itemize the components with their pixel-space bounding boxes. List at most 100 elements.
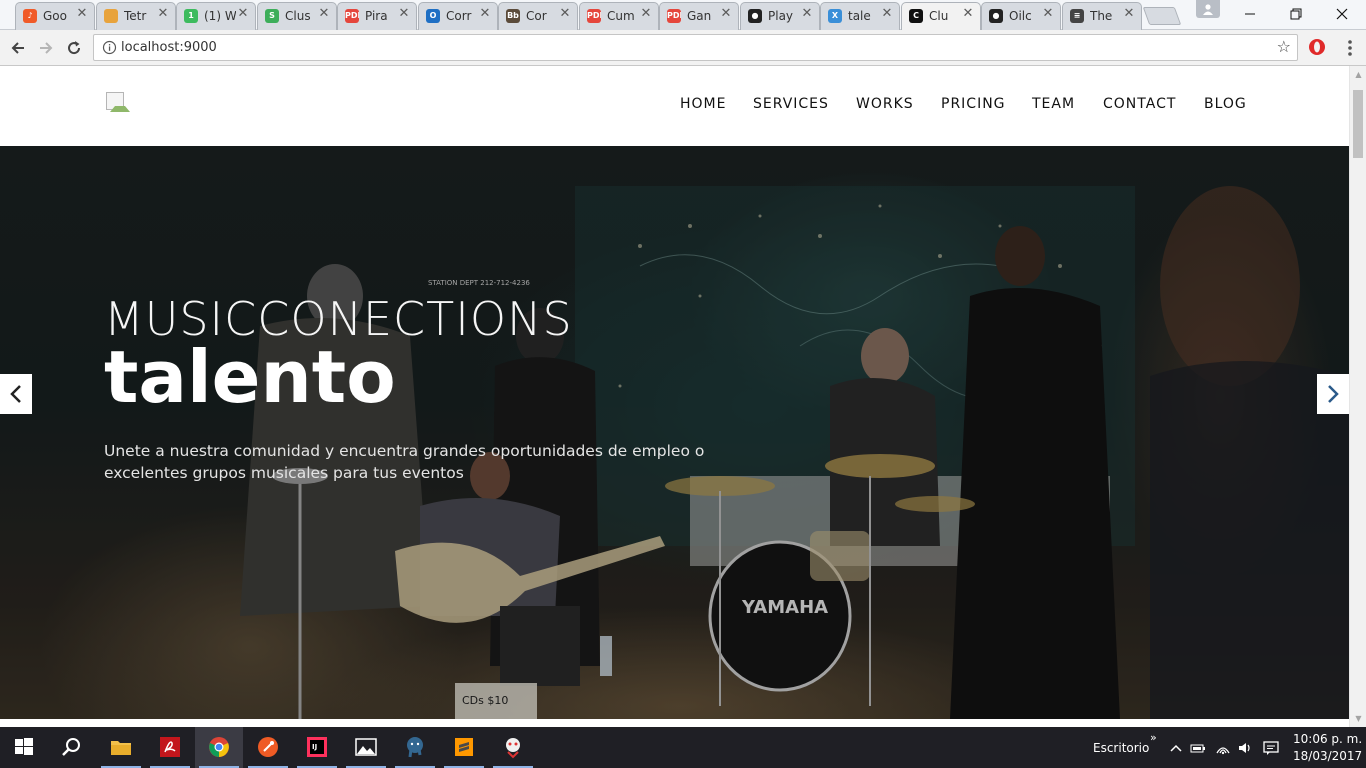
hero-subtitle: Unete a nuestra comunidad y encuentra gr…	[104, 442, 705, 482]
search-icon	[62, 738, 80, 756]
chrome-icon	[209, 737, 229, 757]
nav-services[interactable]: SERVICES	[753, 96, 829, 112]
postman-icon	[258, 737, 278, 757]
toolbar-expand-icon[interactable]: »	[1150, 731, 1157, 744]
nav-contact[interactable]: CONTACT	[1103, 96, 1176, 112]
tab-close-icon[interactable]: ✕	[156, 7, 170, 21]
wifi-icon[interactable]	[1215, 740, 1231, 756]
back-button[interactable]	[6, 36, 30, 60]
browser-tab[interactable]: ≡ The ✕	[1062, 2, 1142, 30]
clock-time[interactable]: 10:06 p. m.	[1293, 732, 1362, 746]
photos-icon	[355, 738, 377, 756]
tab-close-icon[interactable]: ✕	[800, 7, 814, 21]
browser-tab[interactable]: ● Oilc ✕	[981, 2, 1061, 30]
nav-works[interactable]: WORKS	[856, 96, 914, 112]
tab-close-icon[interactable]: ✕	[236, 7, 250, 21]
kebab-menu-icon[interactable]	[1342, 38, 1358, 58]
tab-title: Gan	[687, 9, 712, 23]
opera-extension-icon[interactable]	[1307, 37, 1327, 57]
browser-tab[interactable]: PDF Pira ✕	[337, 2, 417, 30]
scroll-thumb[interactable]	[1353, 90, 1363, 158]
tab-close-icon[interactable]: ✕	[719, 7, 733, 21]
browser-tab[interactable]: PDF Cum ✕	[579, 2, 659, 30]
close-window-button[interactable]	[1319, 0, 1365, 28]
minimize-button[interactable]	[1227, 0, 1273, 28]
nav-home[interactable]: HOME	[680, 96, 726, 112]
taskbar-search-button[interactable]	[48, 727, 96, 768]
pdf-icon: PDF	[345, 9, 359, 23]
github-icon: ●	[989, 9, 1003, 23]
address-bar[interactable]: localhost:9000 ☆	[93, 34, 1298, 61]
taskbar-sublime[interactable]	[440, 727, 488, 768]
browser-tab[interactable]: PDF Gan ✕	[659, 2, 739, 30]
taskbar-postman[interactable]	[244, 727, 292, 768]
slides-icon	[104, 9, 118, 23]
tab-close-icon[interactable]: ✕	[558, 7, 572, 21]
slider-next-button[interactable]	[1317, 374, 1349, 414]
tab-close-icon[interactable]: ✕	[880, 7, 894, 21]
slider-prev-button[interactable]	[0, 374, 32, 414]
restore-button[interactable]	[1273, 0, 1319, 28]
file-explorer-icon	[111, 741, 131, 755]
tab-close-icon[interactable]: ✕	[397, 7, 411, 21]
profile-button[interactable]	[1196, 0, 1220, 18]
taskbar-robot-app[interactable]	[489, 727, 537, 768]
broken-logo-image[interactable]	[106, 92, 130, 112]
clock-date[interactable]: 18/03/2017	[1293, 749, 1362, 763]
nav-team[interactable]: TEAM	[1032, 96, 1075, 112]
chevron-right-icon	[1328, 385, 1339, 403]
taskbar-acrobat[interactable]	[146, 727, 194, 768]
scroll-up-arrow-icon[interactable]: ▲	[1354, 70, 1363, 79]
tab-title: Pira	[365, 9, 388, 23]
sublime-icon	[455, 738, 473, 756]
tab-close-icon[interactable]: ✕	[961, 7, 975, 21]
info-icon[interactable]	[102, 40, 117, 55]
taskbar-intellij[interactable]: IJ	[293, 727, 341, 768]
nav-pricing[interactable]: PRICING	[941, 96, 1006, 112]
taskbar-photos[interactable]	[342, 727, 390, 768]
taskbar-file-explorer[interactable]	[97, 727, 145, 768]
bookmark-star-icon[interactable]: ☆	[1277, 39, 1291, 55]
start-button[interactable]	[0, 727, 48, 768]
tab-title: Clu	[929, 9, 949, 23]
browser-tab[interactable]: Tetr ✕	[96, 2, 176, 30]
browser-tab[interactable]: S Clus ✕	[257, 2, 337, 30]
chevron-up-icon[interactable]	[1168, 740, 1184, 756]
browser-tab[interactable]: C Clu ✕	[901, 2, 981, 31]
pdf-icon: PDF	[587, 9, 601, 23]
notifications-icon[interactable]	[1263, 740, 1279, 756]
volume-icon[interactable]	[1237, 740, 1253, 756]
reload-icon	[68, 41, 81, 55]
tab-close-icon[interactable]: ✕	[1041, 7, 1055, 21]
desktop-toolbar-label[interactable]: Escritorio	[1093, 741, 1149, 755]
browser-tab[interactable]: O Corr ✕	[418, 2, 498, 30]
tab-title: Cum	[607, 9, 635, 23]
battery-icon[interactable]	[1190, 740, 1206, 756]
tab-title: Play	[768, 9, 794, 23]
page-viewport: HOME SERVICES WORKS PRICING TEAM CONTACT…	[0, 66, 1349, 719]
browser-tab[interactable]: ● Play ✕	[740, 2, 820, 30]
url-text[interactable]: localhost:9000	[121, 40, 217, 55]
tab-close-icon[interactable]: ✕	[317, 7, 331, 21]
browser-tab[interactable]: Xtale ✕	[820, 2, 900, 30]
windows-taskbar: IJ Escritorio » 10:06 p. m. 18/03/2017	[0, 727, 1366, 768]
c-icon: C	[909, 9, 923, 23]
nav-blog[interactable]: BLOG	[1204, 96, 1247, 112]
tab-close-icon[interactable]: ✕	[75, 7, 89, 21]
page-scrollbar[interactable]: ▲ ▼	[1349, 66, 1366, 727]
taskbar-chrome[interactable]	[195, 727, 243, 768]
forward-button[interactable]	[34, 36, 58, 60]
browser-tab[interactable]: 1 (1) W ✕	[176, 2, 256, 30]
arrow-left-icon	[11, 42, 24, 54]
tab-close-icon[interactable]: ✕	[1122, 7, 1136, 21]
scroll-down-arrow-icon[interactable]: ▼	[1354, 714, 1363, 723]
taskbar-postgres[interactable]	[391, 727, 439, 768]
browser-tab[interactable]: ♪ Goo ✕	[15, 2, 95, 30]
x-icon: X	[828, 9, 842, 23]
browser-tab[interactable]: Bb Cor ✕	[498, 2, 578, 30]
reload-button[interactable]	[62, 36, 86, 60]
tab-close-icon[interactable]: ✕	[639, 7, 653, 21]
new-tab-button[interactable]	[1142, 7, 1182, 25]
tab-close-icon[interactable]: ✕	[478, 7, 492, 21]
tab-title: Clus	[285, 9, 311, 23]
